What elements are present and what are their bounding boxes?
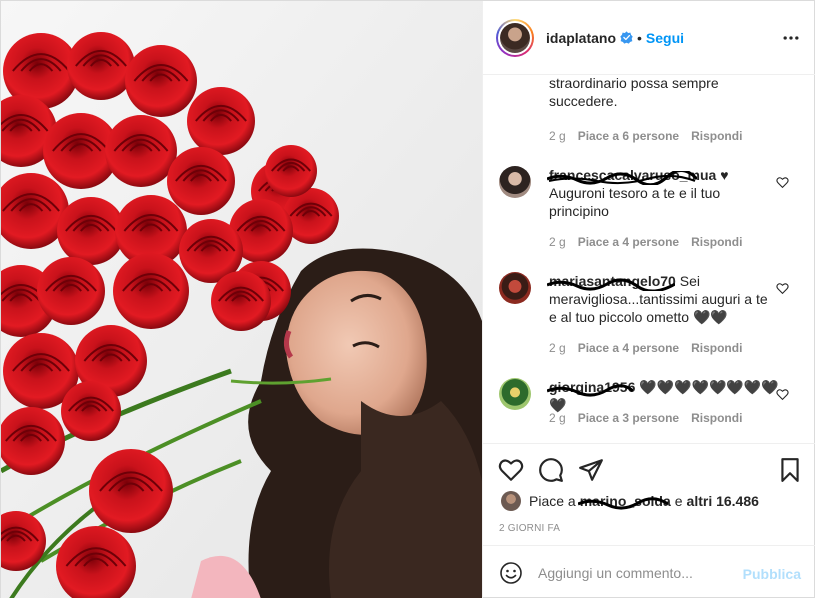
commenter-username[interactable]: francescacalvaruso_mua bbox=[547, 167, 720, 185]
post-timestamp[interactable]: 2 GIORNI FA bbox=[499, 523, 560, 534]
comment-body: straordinario possa sempre succedere. bbox=[549, 76, 719, 109]
comment-input[interactable] bbox=[538, 560, 748, 586]
comment-like-heart-icon[interactable] bbox=[776, 176, 789, 189]
comment-meta: 2 g Piace a 4 persone Rispondi bbox=[549, 341, 742, 355]
follow-button[interactable]: Segui bbox=[646, 30, 684, 46]
rose bbox=[113, 253, 189, 329]
verified-badge-icon bbox=[620, 31, 633, 44]
post-photo[interactable] bbox=[1, 1, 482, 598]
liker-username[interactable]: marino_solda bbox=[577, 493, 671, 510]
add-comment-bar: Pubblica bbox=[483, 545, 815, 598]
rose bbox=[67, 32, 135, 100]
liker-avatar bbox=[501, 491, 521, 511]
comment-bubble-icon[interactable] bbox=[538, 457, 564, 483]
comment-time[interactable]: 2 g bbox=[549, 341, 566, 355]
rose bbox=[89, 449, 173, 533]
comment-text: straordinario possa sempre succedere. bbox=[549, 76, 769, 110]
commenter-avatar[interactable] bbox=[499, 272, 531, 304]
post-actions-bar bbox=[483, 445, 815, 495]
likes-others-count[interactable]: altri 16.486 bbox=[687, 493, 759, 509]
rose bbox=[167, 147, 235, 215]
instagram-post: idaplatano • Segui straordinario possa s bbox=[0, 0, 815, 598]
comment-meta: 2 g Piace a 6 persone Rispondi bbox=[549, 129, 742, 143]
paper-plane-icon[interactable] bbox=[578, 457, 604, 483]
comment-like-heart-icon[interactable] bbox=[776, 388, 789, 401]
heart-icon[interactable] bbox=[498, 457, 524, 483]
rose bbox=[57, 197, 125, 265]
publish-button[interactable]: Pubblica bbox=[743, 566, 801, 582]
commenter-heart: ♥ bbox=[720, 167, 729, 183]
commenter-username-text: mariasantangelo70 bbox=[549, 273, 676, 289]
comment-meta: 2 g Piace a 4 persone Rispondi bbox=[549, 235, 742, 249]
comment-like-heart-icon[interactable] bbox=[776, 282, 789, 295]
comment-time[interactable]: 2 g bbox=[549, 235, 566, 249]
comment-likes[interactable]: Piace a 6 persone bbox=[578, 129, 679, 143]
comment-body: Auguroni tesoro a te e il tuo principino bbox=[549, 185, 721, 219]
rose bbox=[105, 115, 177, 187]
comment-text: giorgina1956 🖤🖤🖤🖤🖤🖤🖤🖤🖤 bbox=[547, 378, 779, 414]
comment-likes[interactable]: Piace a 3 persone bbox=[578, 411, 679, 425]
comment-likes[interactable]: Piace a 4 persone bbox=[578, 341, 679, 355]
likes-middle: e bbox=[674, 493, 683, 509]
rose bbox=[125, 45, 197, 117]
comments-list[interactable]: straordinario possa sempre succedere. 2 … bbox=[483, 76, 815, 444]
profile-avatar[interactable] bbox=[496, 18, 534, 57]
reply-button[interactable]: Rispondi bbox=[691, 411, 742, 425]
post-details-panel: idaplatano • Segui straordinario possa s bbox=[482, 1, 815, 598]
reply-button[interactable]: Rispondi bbox=[691, 341, 742, 355]
avatar-photo bbox=[500, 22, 530, 53]
rose bbox=[187, 87, 255, 155]
comment-text: mariasantangelo70 Sei meravigliosa...tan… bbox=[547, 272, 769, 326]
avatar-inner bbox=[498, 20, 532, 55]
comment-time[interactable]: 2 g bbox=[549, 129, 566, 143]
smiley-icon[interactable] bbox=[499, 561, 523, 585]
commenter-username-text: giorgina1956 bbox=[549, 379, 636, 395]
more-options-icon[interactable] bbox=[781, 28, 801, 48]
username[interactable]: idaplatano bbox=[546, 30, 616, 46]
reply-button[interactable]: Rispondi bbox=[691, 235, 742, 249]
comment-likes[interactable]: Piace a 4 persone bbox=[578, 235, 679, 249]
commenter-avatar[interactable] bbox=[499, 166, 531, 198]
bookmark-icon[interactable] bbox=[777, 457, 803, 483]
likes-summary[interactable]: Piace a marino_solda e altri 16.486 bbox=[501, 490, 759, 512]
roses-selfie-image bbox=[1, 1, 482, 598]
header-separator: • bbox=[637, 29, 642, 46]
commenter-username-text: francescacalvaruso_mua bbox=[549, 167, 717, 183]
comment-meta: 2 g Piace a 3 persone Rispondi bbox=[549, 411, 742, 425]
comment-time[interactable]: 2 g bbox=[549, 411, 566, 425]
likes-prefix: Piace a bbox=[529, 493, 576, 509]
commenter-username[interactable]: mariasantangelo70 bbox=[547, 273, 680, 291]
post-header: idaplatano • Segui bbox=[483, 1, 815, 75]
comment-text: francescacalvaruso_mua ♥ Auguroni tesoro… bbox=[547, 166, 769, 220]
reply-button[interactable]: Rispondi bbox=[691, 129, 742, 143]
liker-username-text: marino_solda bbox=[579, 493, 671, 509]
commenter-avatar[interactable] bbox=[499, 378, 531, 410]
commenter-username[interactable]: giorgina1956 bbox=[547, 379, 639, 397]
rose bbox=[37, 257, 105, 325]
